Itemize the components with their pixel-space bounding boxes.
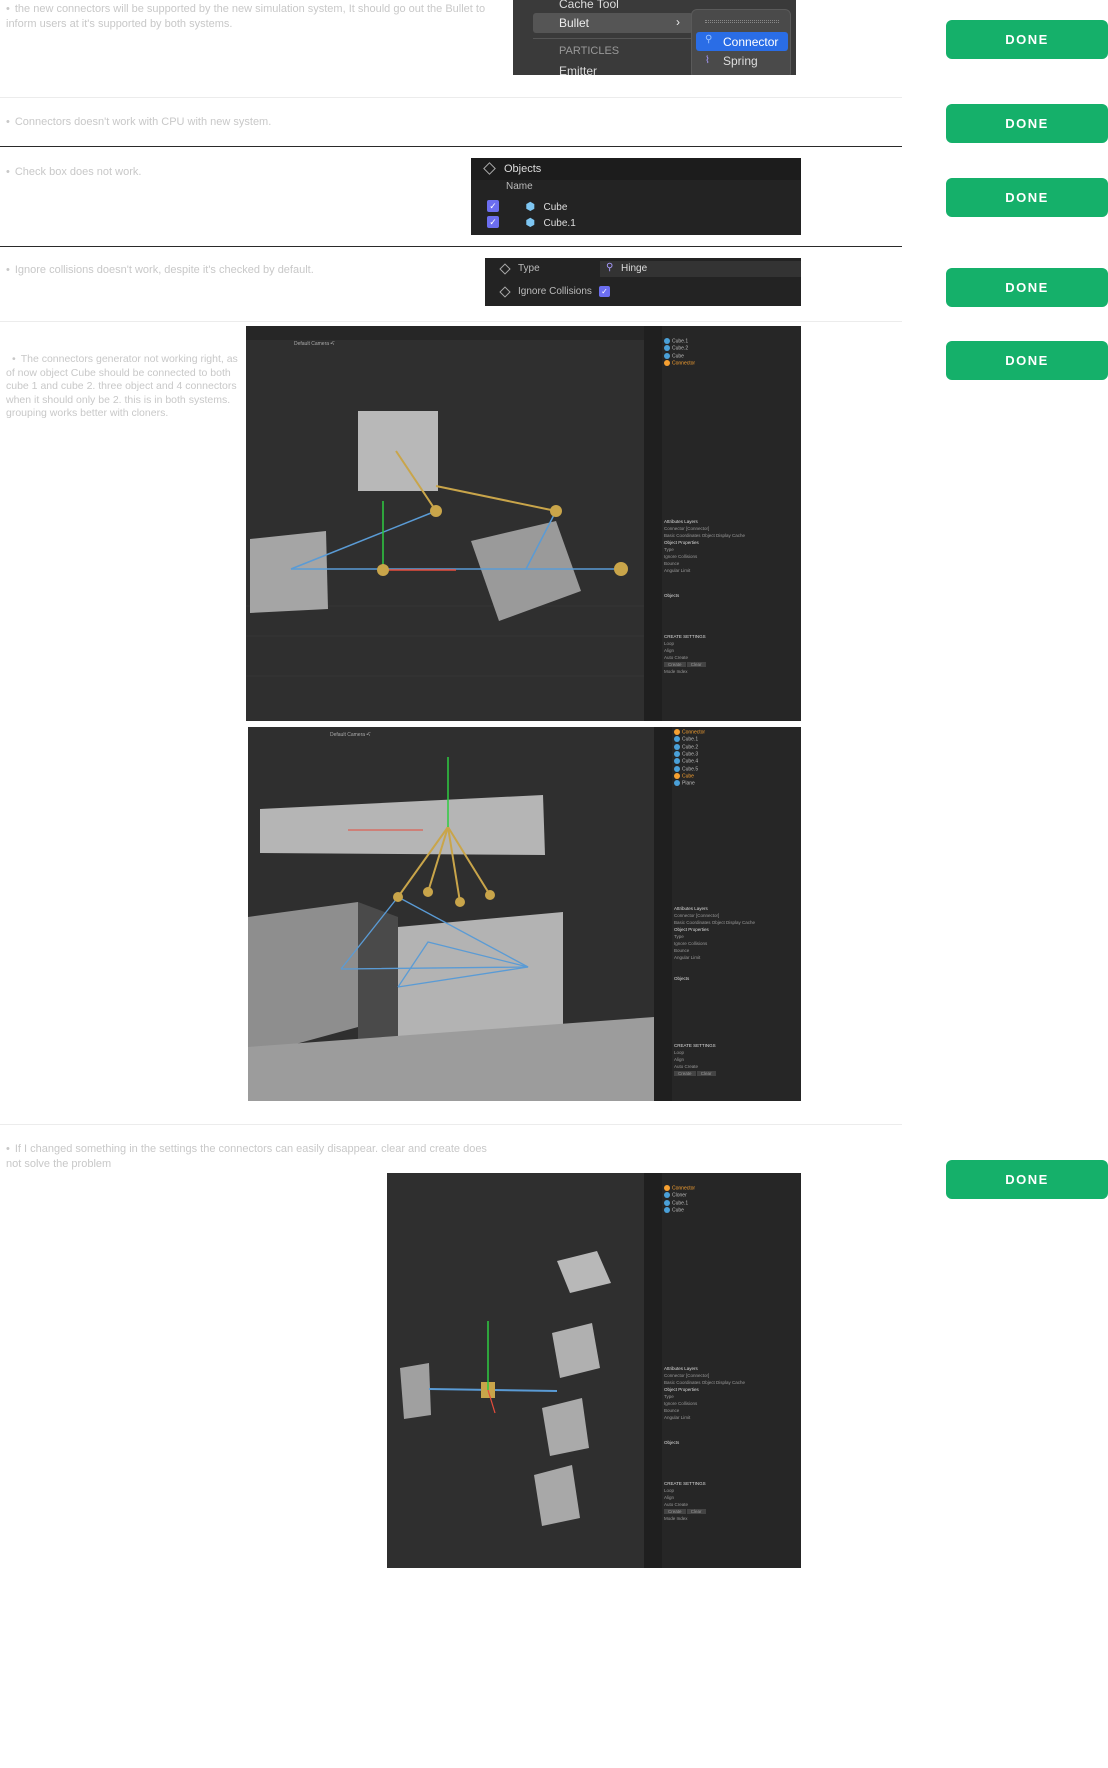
done-button[interactable]: DONE <box>946 1160 1108 1199</box>
object-manager: Connector Cloner Cube.1 Cube <box>664 1185 695 1214</box>
create-button[interactable]: Create <box>664 1509 686 1514</box>
issue-text: • Connectors doesn't work with CPU with n… <box>6 116 272 128</box>
divider <box>0 146 902 147</box>
object-tree-item[interactable]: Cube.1 <box>664 338 695 345</box>
issue-text: • Ignore collisions doesn't work, despite… <box>6 264 314 276</box>
object-tree-item[interactable]: Cube.1 <box>664 1199 695 1207</box>
done-button[interactable]: DONE <box>946 178 1108 217</box>
objects-panel-screenshot: Objects Name ✓ ⬢ Cube ✓ ⬢ Cube.1 <box>471 158 801 235</box>
clear-button[interactable]: Clear <box>686 1509 706 1514</box>
ignore-collisions-checkbox[interactable]: ✓ <box>599 286 610 297</box>
hinge-icon: ⚲ <box>606 262 614 273</box>
cube-icon: ⬢ <box>525 217 536 229</box>
done-button[interactable]: DONE <box>946 341 1108 380</box>
divider <box>0 246 902 247</box>
object-tree-item[interactable]: Cube <box>664 352 695 360</box>
clear-button[interactable]: Clear <box>696 1071 716 1076</box>
object-tree-item[interactable]: Cube <box>674 772 705 780</box>
menu-item-bullet[interactable] <box>533 13 693 33</box>
viewport-scene <box>248 757 654 1101</box>
objects-title: Objects <box>504 163 542 175</box>
cinema4d-viewport-screenshot: Connector Cloner Cube.1 Cube Attributes … <box>387 1173 801 1568</box>
object-tree-item[interactable]: Connector <box>674 729 705 736</box>
issue-text: • If I changed something in the settings … <box>6 1143 487 1170</box>
menu-divider <box>533 38 693 39</box>
viewport-scene <box>246 411 644 677</box>
submenu-item-spring[interactable]: Spring <box>723 54 758 68</box>
menu-item-emitter[interactable]: Emitter <box>559 64 597 75</box>
menu-item-cache-tool[interactable]: Cache Tool <box>559 0 619 11</box>
object-tree-item[interactable]: Cube.1 <box>674 736 705 743</box>
object-row[interactable]: ✓ ⬢ Cube <box>487 197 787 213</box>
issue-text: • Check box does not work. <box>6 166 142 178</box>
object-manager: Cube.1 Cube.2 Cube Connector <box>664 338 695 367</box>
divider <box>0 1124 902 1125</box>
name-column: Name <box>506 181 533 192</box>
checkbox-cube-1[interactable]: ✓ <box>487 215 499 228</box>
object-tree-item[interactable]: Cube.3 <box>674 750 705 758</box>
attributes-panel-screenshot: Type ⚲ Hinge Ignore Collisions ✓ <box>485 258 801 306</box>
done-button[interactable]: DONE <box>946 20 1108 59</box>
attribute-manager: Attributes Layers Connector [Connector] … <box>664 519 746 674</box>
cinema4d-viewport-screenshot: Default Camera •ʕ Cube.1 Cube.2 Cube Con… <box>246 326 801 721</box>
submenu: ⚲ Connector ⌇ Spring <box>691 9 791 75</box>
diamond-icon <box>499 286 511 298</box>
object-name: Cube <box>543 202 568 213</box>
object-tree-item[interactable]: Connector <box>664 359 695 367</box>
attribute-manager: Attributes Layers Connector [Connector] … <box>674 906 756 1076</box>
done-button[interactable]: DONE <box>946 268 1108 307</box>
object-tree-item[interactable]: Connector <box>664 1185 695 1192</box>
type-value: Hinge <box>621 263 648 274</box>
viewport-scene <box>400 1251 611 1526</box>
create-button[interactable]: Create <box>664 662 686 667</box>
issue-text: • the new connectors will be supported by… <box>6 3 486 30</box>
done-button[interactable]: DONE <box>946 104 1108 143</box>
divider <box>0 97 902 98</box>
menu-item-bullet-label: Bullet <box>559 16 590 30</box>
chevron-right-icon: › <box>676 15 680 29</box>
submenu-item-connector-label: Connector <box>723 35 779 49</box>
object-tree-item[interactable]: Cube <box>664 1206 695 1214</box>
object-tree-item[interactable]: Cube.2 <box>674 743 705 751</box>
ignore-collisions-label: Ignore Collisions <box>518 286 592 297</box>
create-button[interactable]: Create <box>674 1071 696 1076</box>
object-tree-item[interactable]: Plane <box>674 780 705 787</box>
object-row[interactable]: ✓ ⬢ Cube.1 <box>487 213 787 229</box>
menu-section-particles: PARTICLES <box>559 45 620 57</box>
spring-icon: ⌇ <box>705 55 710 66</box>
bullet-menu-screenshot: Cache Tool Bullet › PARTICLES Emitter ⚲ … <box>513 0 796 75</box>
issue-text: • The connectors generator not working ri… <box>6 353 238 419</box>
object-manager: Connector Cube.1 Cube.2 Cube.3 Cube.4 Cu… <box>674 729 705 788</box>
object-tree-item[interactable]: Cube.2 <box>664 345 695 352</box>
cube-icon: ⬢ <box>525 201 536 213</box>
object-name: Cube.1 <box>543 218 576 229</box>
attribute-manager: Attributes Layers Connector [Connector] … <box>664 1366 746 1521</box>
connector-icon: ⚲ <box>705 34 713 45</box>
checkbox-cube[interactable]: ✓ <box>487 199 499 212</box>
object-tree-item[interactable]: Cube.4 <box>674 758 705 765</box>
clear-button[interactable]: Clear <box>686 662 706 667</box>
object-tree-item[interactable]: Cloner <box>664 1192 695 1199</box>
submenu-grip <box>705 20 779 23</box>
object-tree-item[interactable]: Cube.5 <box>674 765 705 773</box>
diamond-icon <box>499 263 511 275</box>
type-label: Type <box>518 263 540 274</box>
divider <box>0 321 902 322</box>
cinema4d-viewport-screenshot: Default Camera •ʕ Connector Cube.1 Cube.… <box>248 727 801 1101</box>
